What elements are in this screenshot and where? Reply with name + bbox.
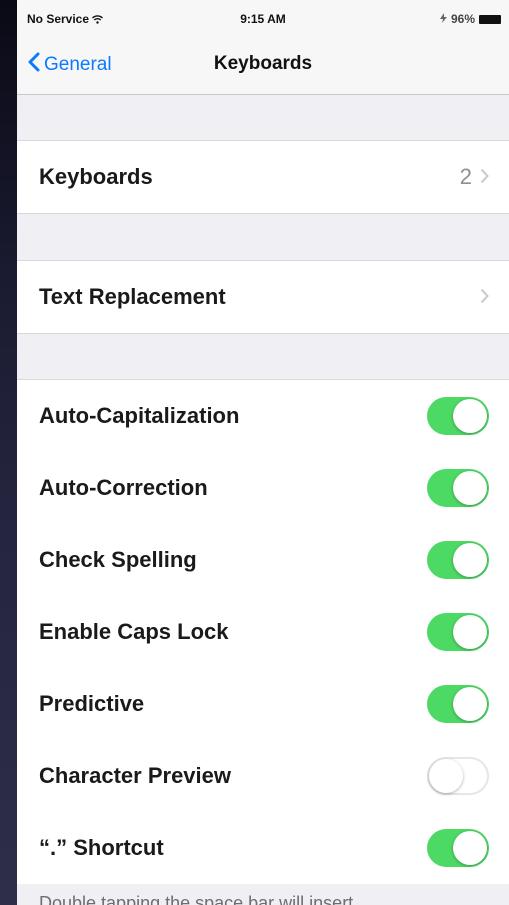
setting-label: “.” Shortcut <box>39 835 164 860</box>
setting-row-auto-capitalization: Auto-Capitalization <box>17 380 509 452</box>
shortcut-footer-note: Double tapping the space bar will insert <box>39 893 354 905</box>
text-replacement-label: Text Replacement <box>39 284 226 309</box>
setting-row-check-spelling: Check Spelling <box>17 524 509 596</box>
clock: 9:15 AM <box>240 12 286 26</box>
keyboards-label: Keyboards <box>39 164 153 189</box>
setting-label: Auto-Correction <box>39 475 208 500</box>
check-spelling-toggle[interactable] <box>427 541 489 579</box>
character-preview-toggle[interactable] <box>427 757 489 795</box>
setting-label: Auto-Capitalization <box>39 403 240 428</box>
toggle-knob <box>453 471 487 505</box>
page-title: Keyboards <box>213 53 313 74</box>
keyboards-group: Keyboards 2 <box>17 140 509 214</box>
enable-caps-lock-toggle[interactable] <box>427 613 489 651</box>
auto-correction-toggle[interactable] <box>427 469 489 507</box>
toggle-knob <box>429 759 463 793</box>
setting-label: Character Preview <box>39 763 231 788</box>
battery-percent: 96% <box>450 12 475 26</box>
setting-row-character-preview: Character Preview <box>17 740 509 812</box>
charging-icon <box>439 12 447 26</box>
setting-row-enable-caps-lock: Enable Caps Lock <box>17 596 509 668</box>
toggle-knob <box>453 543 487 577</box>
navigation-bar: General Keyboards <box>17 38 509 95</box>
toggle-knob <box>453 687 487 721</box>
toggle-knob <box>453 615 487 649</box>
setting-row-predictive: Predictive <box>17 668 509 740</box>
text-replacement-row[interactable]: Text Replacement <box>17 261 509 333</box>
chevron-right-icon <box>480 164 489 190</box>
settings-screen: No Service 9:15 AM 96% General Keyboards… <box>17 0 509 905</box>
keyboards-count: 2 <box>459 164 472 189</box>
setting-label: Enable Caps Lock <box>39 619 229 644</box>
chevron-right-icon <box>480 284 489 310</box>
toggle-knob <box>453 399 487 433</box>
status-bar: No Service 9:15 AM 96% <box>17 0 509 38</box>
keyboards-detail: 2 <box>460 141 489 213</box>
battery-status: 96% <box>439 12 501 26</box>
period-shortcut-toggle[interactable] <box>427 829 489 867</box>
battery-icon <box>479 14 501 24</box>
setting-label: Check Spelling <box>39 547 197 572</box>
keyboards-row[interactable]: Keyboards 2 <box>17 141 509 213</box>
setting-label: Predictive <box>39 691 145 716</box>
predictive-toggle[interactable] <box>427 685 489 723</box>
text-replacement-detail <box>480 261 489 333</box>
typing-settings-group: Auto-Capitalization Auto-Correction Chec… <box>17 379 509 884</box>
text-replacement-group: Text Replacement <box>17 260 509 334</box>
auto-capitalization-toggle[interactable] <box>427 397 489 435</box>
setting-row-auto-correction: Auto-Correction <box>17 452 509 524</box>
toggle-knob <box>453 831 487 865</box>
setting-row-period-shortcut: “.” Shortcut <box>17 812 509 884</box>
